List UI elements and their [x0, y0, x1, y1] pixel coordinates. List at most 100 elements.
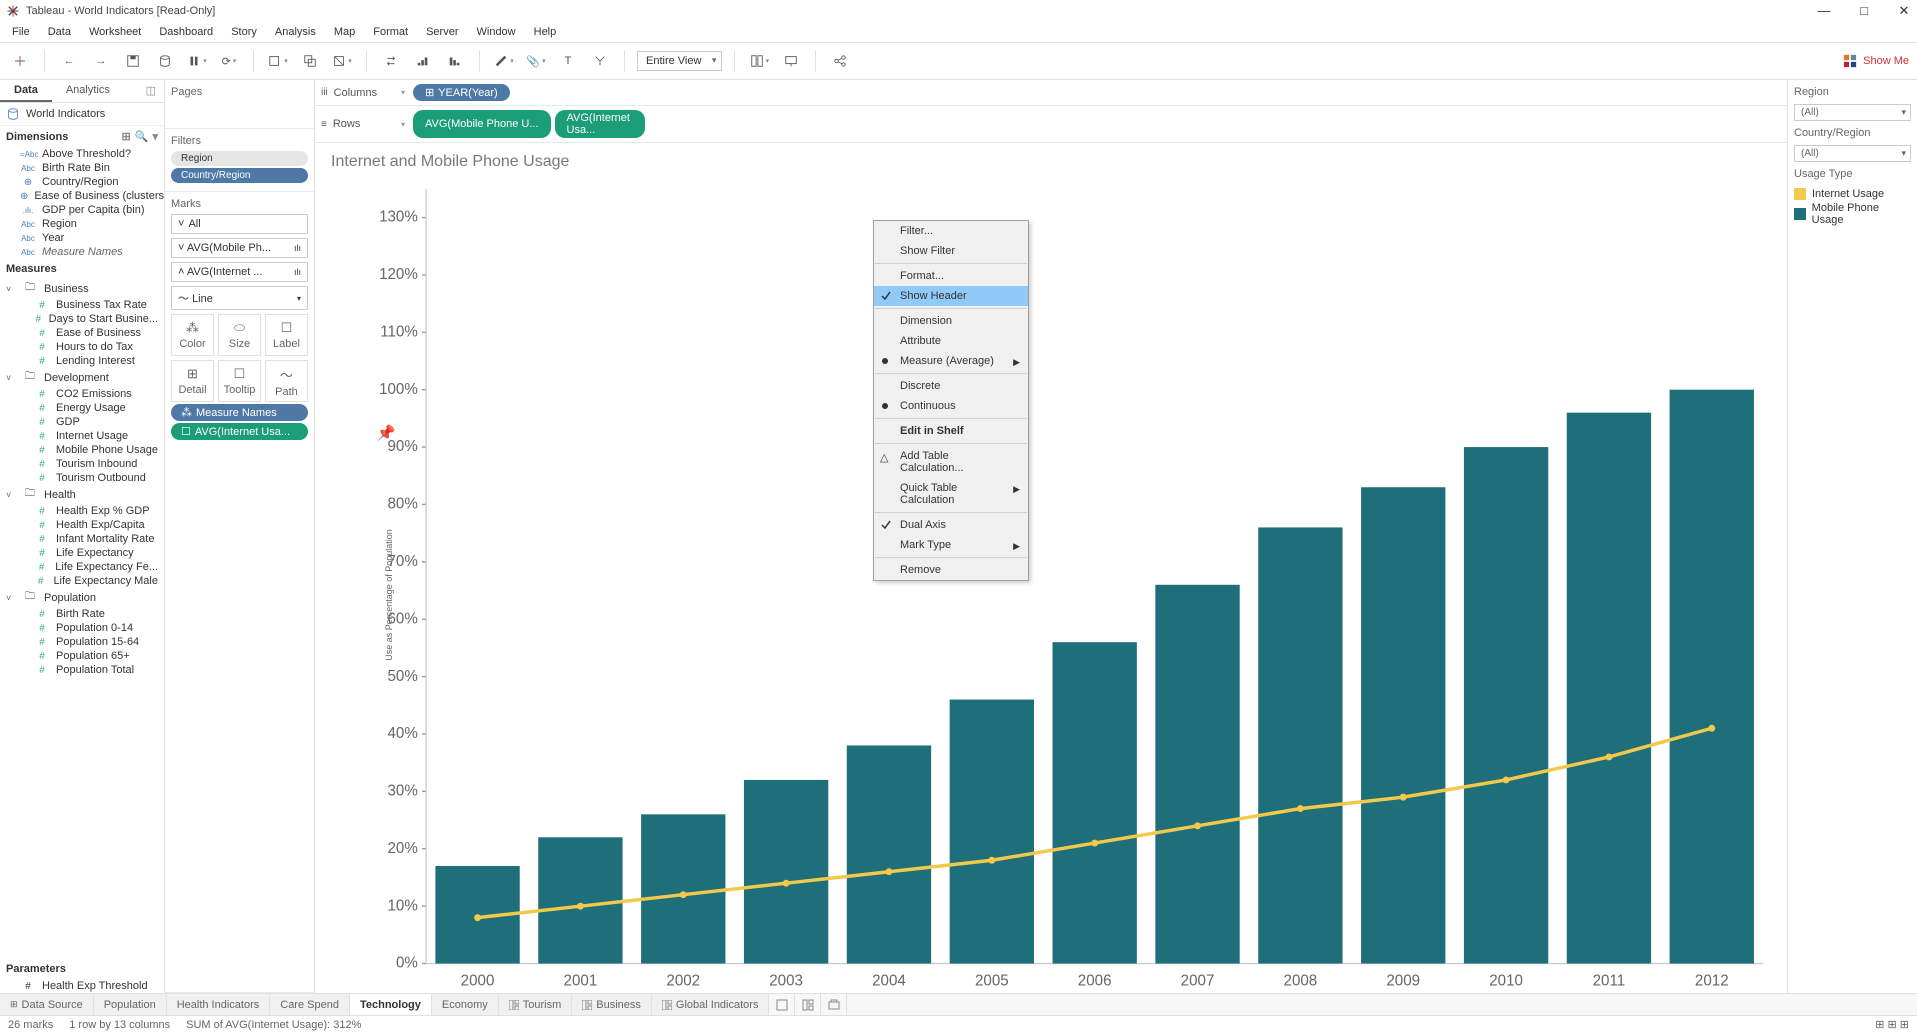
measure-field[interactable]: #Tourism Outbound — [0, 471, 164, 485]
measure-field[interactable]: #Ease of Business — [0, 326, 164, 340]
context-menu-item[interactable]: Measure (Average)▶ — [874, 351, 1028, 371]
search-icon[interactable]: 🔍 — [135, 130, 149, 143]
menu-icon[interactable]: ▾ — [152, 130, 158, 143]
measure-field[interactable]: #Internet Usage — [0, 429, 164, 443]
dimension-field[interactable]: AbcBirth Rate Bin — [0, 161, 164, 175]
menu-story[interactable]: Story — [223, 24, 265, 40]
parameter-field[interactable]: #Health Exp Threshold — [0, 979, 164, 993]
show-cards-button[interactable]: ▾ — [747, 49, 771, 73]
measure-field[interactable]: #Life Expectancy Fe... — [0, 560, 164, 574]
dimension-field[interactable]: ⊕Ease of Business (clusters) — [0, 189, 164, 203]
context-menu-item[interactable]: Quick Table Calculation▶ — [874, 478, 1028, 510]
new-dashboard-button[interactable] — [795, 994, 821, 1015]
measure-field[interactable]: #Birth Rate — [0, 607, 164, 621]
highlight-button[interactable]: ▾ — [492, 49, 516, 73]
marks-size-button[interactable]: ⬭Size — [218, 314, 261, 356]
fit-dropdown[interactable]: Entire View — [637, 51, 722, 71]
measure-field[interactable]: #Life Expectancy — [0, 546, 164, 560]
marks-label-button[interactable]: ☐Label — [265, 314, 308, 356]
context-menu-item[interactable]: Dimension — [874, 311, 1028, 331]
context-menu-item[interactable]: Show Header — [874, 286, 1028, 306]
measure-field[interactable]: #Tourism Inbound — [0, 457, 164, 471]
filter-pill-region[interactable]: Region — [171, 151, 308, 166]
menu-analysis[interactable]: Analysis — [267, 24, 324, 40]
sort-asc-button[interactable] — [411, 49, 435, 73]
context-menu-item[interactable]: Dual Axis — [874, 515, 1028, 535]
measure-field[interactable]: #Days to Start Busine... — [0, 312, 164, 326]
filter-pill-country[interactable]: Country/Region — [171, 168, 308, 183]
share-button[interactable] — [828, 49, 852, 73]
context-menu-item[interactable]: Remove — [874, 560, 1028, 580]
measure-field[interactable]: #Life Expectancy Male — [0, 574, 164, 588]
sheet-tab[interactable]: Tourism — [499, 994, 573, 1015]
context-menu-item[interactable]: Format... — [874, 266, 1028, 286]
redo-button[interactable]: → — [89, 49, 113, 73]
show-me-button[interactable]: Show Me — [1843, 54, 1909, 68]
measure-field[interactable]: #Infant Mortality Rate — [0, 532, 164, 546]
marks-pill-avg-internet[interactable]: ☐AVG(Internet Usa... — [171, 423, 308, 440]
dimension-field[interactable]: =AbcAbove Threshold? — [0, 147, 164, 161]
measure-folder[interactable]: ˅🗀Health — [0, 485, 164, 504]
show-labels-button[interactable]: T — [556, 49, 580, 73]
measure-field[interactable]: #Mobile Phone Usage — [0, 443, 164, 457]
analytics-tab[interactable]: Analytics — [52, 80, 124, 102]
tableau-icon[interactable] — [8, 49, 32, 73]
view-data-icon[interactable]: ⊞ — [122, 130, 131, 143]
pause-auto-updates-button[interactable]: ▾ — [185, 49, 209, 73]
sheet-tab[interactable]: Technology — [350, 994, 432, 1015]
measure-field[interactable]: #CO2 Emissions — [0, 387, 164, 401]
sheet-tab[interactable]: Global Indicators — [652, 994, 770, 1015]
undo-button[interactable]: ← — [57, 49, 81, 73]
rows-shelf-label[interactable]: ≡Rows▾ — [321, 118, 405, 130]
marks-color-button[interactable]: ⁂Color — [171, 314, 214, 356]
maximize-button[interactable]: □ — [1857, 3, 1871, 19]
measure-field[interactable]: #Health Exp/Capita — [0, 518, 164, 532]
chart[interactable]: 0%10%20%30%40%50%60%70%80%90%100%110%120… — [371, 175, 1777, 993]
datasource-item[interactable]: World Indicators — [0, 103, 164, 126]
new-sheet-button[interactable] — [769, 994, 795, 1015]
swap-button[interactable] — [379, 49, 403, 73]
measure-field[interactable]: #Hours to do Tax — [0, 340, 164, 354]
menu-file[interactable]: File — [4, 24, 38, 40]
context-menu-item[interactable]: Mark Type▶ — [874, 535, 1028, 555]
legend-item[interactable]: Mobile Phone Usage — [1794, 202, 1911, 226]
dimension-field[interactable]: ⊕Country/Region — [0, 175, 164, 189]
minimize-button[interactable]: — — [1817, 3, 1831, 19]
context-menu-item[interactable]: Discrete — [874, 376, 1028, 396]
sort-desc-button[interactable] — [443, 49, 467, 73]
clear-button[interactable]: ▾ — [330, 49, 354, 73]
measure-field[interactable]: #Lending Interest — [0, 354, 164, 368]
data-tab[interactable]: Data — [0, 80, 52, 102]
run-update-button[interactable]: ⟳▾ — [217, 49, 241, 73]
dimension-field[interactable]: .ılı.GDP per Capita (bin) — [0, 203, 164, 217]
rows-pill-internet[interactable]: AVG(Internet Usa... — [555, 110, 645, 138]
measure-field[interactable]: #Energy Usage — [0, 401, 164, 415]
save-button[interactable] — [121, 49, 145, 73]
group-button[interactable]: 📎▾ — [524, 49, 548, 73]
rows-pill-mobile[interactable]: AVG(Mobile Phone U... — [413, 110, 551, 138]
dimension-field[interactable]: AbcRegion — [0, 217, 164, 231]
columns-shelf-label[interactable]: iiiColumns▾ — [321, 87, 405, 99]
close-button[interactable]: ✕ — [1897, 3, 1911, 19]
viz-title[interactable]: Internet and Mobile Phone Usage — [315, 143, 1787, 175]
menu-map[interactable]: Map — [326, 24, 363, 40]
marks-detail-button[interactable]: ⊞Detail — [171, 360, 214, 402]
sheet-tab[interactable]: Health Indicators — [167, 994, 271, 1015]
sheet-tab[interactable]: Care Spend — [270, 994, 350, 1015]
menu-server[interactable]: Server — [418, 24, 466, 40]
measure-field[interactable]: #Population 15-64 — [0, 635, 164, 649]
menu-worksheet[interactable]: Worksheet — [81, 24, 149, 40]
presentation-button[interactable] — [779, 49, 803, 73]
filmstrip-view-icon[interactable]: ⊞ ⊞ ⊞ — [1875, 1018, 1909, 1031]
context-menu-item[interactable]: Edit in Shelf — [874, 421, 1028, 441]
measure-field[interactable]: #Business Tax Rate — [0, 298, 164, 312]
menu-window[interactable]: Window — [469, 24, 524, 40]
marks-pill-measure-names[interactable]: ⁂Measure Names — [171, 404, 308, 421]
dimension-field[interactable]: AbcYear — [0, 231, 164, 245]
legend-item[interactable]: Internet Usage — [1794, 188, 1911, 200]
menu-help[interactable]: Help — [526, 24, 565, 40]
marks-card2-dropdown[interactable]: ˄ AVG(Internet ...ılı — [171, 262, 308, 282]
marks-tooltip-button[interactable]: ☐Tooltip — [218, 360, 261, 402]
measure-folder[interactable]: ˅🗀Population — [0, 588, 164, 607]
menu-dashboard[interactable]: Dashboard — [151, 24, 221, 40]
